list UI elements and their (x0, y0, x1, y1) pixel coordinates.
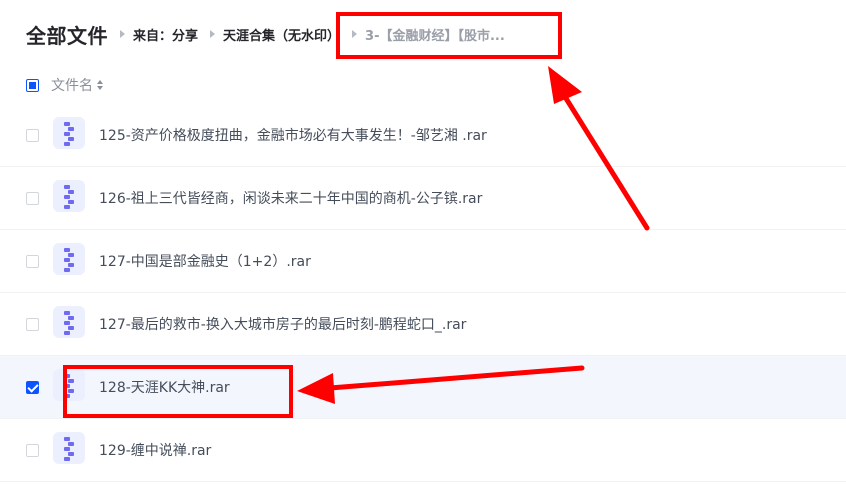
archive-file-icon (53, 243, 85, 275)
sort-icon[interactable] (97, 80, 103, 90)
row-checkbox[interactable] (26, 129, 39, 142)
file-name[interactable]: 126-祖上三代皆经商，闲谈未来二十年中国的商机-公子镔.rar (99, 188, 482, 208)
chevron-right-icon (210, 30, 216, 38)
file-row[interactable]: 127-中国是部金融史（1+2）.rar (0, 230, 846, 293)
file-name[interactable]: 127-最后的救市-换入大城市房子的最后时刻-鹏程蛇口_.rar (99, 314, 466, 334)
file-row[interactable]: 129-缠中说禅.rar (0, 419, 846, 482)
archive-file-icon (53, 306, 85, 338)
breadcrumb-item-collection[interactable]: 天涯合集（无水印） (223, 25, 340, 44)
file-list-header: 文件名 (26, 72, 103, 98)
annotation-box-breadcrumb (336, 12, 562, 59)
file-list: 125-资产价格极度扭曲，金融市场必有大事发生！-邹艺湘 .rar 126-祖上… (0, 104, 846, 482)
select-all-checkbox[interactable] (26, 78, 39, 92)
file-row[interactable]: 127-最后的救市-换入大城市房子的最后时刻-鹏程蛇口_.rar (0, 293, 846, 356)
row-checkbox-checked[interactable] (26, 381, 39, 394)
archive-file-icon (53, 432, 85, 464)
breadcrumb-root[interactable]: 全部文件 (26, 20, 108, 49)
row-checkbox[interactable] (26, 192, 39, 205)
annotation-box-selected-file (63, 365, 293, 418)
file-row[interactable]: 126-祖上三代皆经商，闲谈未来二十年中国的商机-公子镔.rar (0, 167, 846, 230)
row-checkbox[interactable] (26, 255, 39, 268)
file-name[interactable]: 127-中国是部金融史（1+2）.rar (99, 251, 311, 271)
chevron-right-icon (120, 30, 125, 38)
archive-file-icon (53, 117, 85, 149)
file-name[interactable]: 129-缠中说禅.rar (99, 440, 211, 460)
row-checkbox[interactable] (26, 444, 39, 457)
file-row[interactable]: 125-资产价格极度扭曲，金融市场必有大事发生！-邹艺湘 .rar (0, 104, 846, 167)
column-header-filename[interactable]: 文件名 (51, 75, 93, 95)
archive-file-icon (53, 180, 85, 212)
file-name[interactable]: 125-资产价格极度扭曲，金融市场必有大事发生！-邹艺湘 .rar (99, 125, 487, 145)
breadcrumb-item-source[interactable]: 来自：分享 (133, 25, 198, 44)
row-checkbox[interactable] (26, 318, 39, 331)
